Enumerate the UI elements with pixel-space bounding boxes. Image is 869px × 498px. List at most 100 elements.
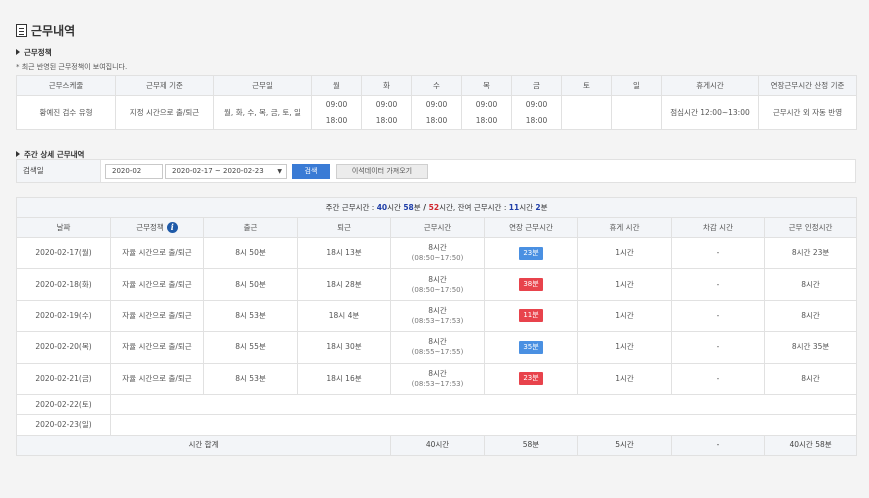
table-row: 2020-02-18(화) 자율 시간으로 출/퇴근 8시 50분 18시 28… <box>16 268 858 301</box>
weekly-header-row: 날짜 근무정책 i 출근 퇴근 근무시간 연장 근무시간 휴게 시간 차감 시간 … <box>16 217 858 238</box>
tue-cell: 09:00 18:00 <box>361 95 412 130</box>
empty-cell <box>109 393 858 416</box>
search-button[interactable]: 검색 <box>292 164 330 179</box>
deduct-cell: - <box>671 268 765 301</box>
weekly-table: 주간 근무시간 : 40시간 58분 / 52시간, 잔여 근무시간 : 11시… <box>15 197 858 456</box>
policy-cell: 자율 시간으로 출/퇴근 <box>110 331 204 364</box>
approved-cell: 8시간 23분 <box>763 236 858 270</box>
total-label: 시간 합계 <box>16 434 391 456</box>
table-row: 2020-02-17(월) 자율 시간으로 출/퇴근 8시 50분 18시 13… <box>16 236 858 270</box>
month-input[interactable]: 2020-02 <box>105 164 163 179</box>
policy-cell: 자율 시간으로 출/퇴근 <box>110 299 204 333</box>
break-cell: 1시간 <box>577 331 672 364</box>
col-header: 근무일 <box>213 75 312 96</box>
schedule-cell: 황예진 검수 유형 <box>16 95 116 130</box>
overtime-badge: 23분 <box>519 372 543 386</box>
sat-cell <box>561 95 612 130</box>
col-header: 날짜 <box>16 217 111 238</box>
col-header: 근무정책 i <box>110 217 204 238</box>
work-time-cell: 8시간 (08:50~17:50) <box>390 236 485 270</box>
work-time-cell: 8시간 (08:53~17:53) <box>390 362 485 395</box>
search-label: 검색일 <box>17 160 101 182</box>
triangle-right-icon <box>16 49 20 55</box>
document-icon <box>16 23 27 37</box>
caret-down-icon: ▼ <box>277 168 282 175</box>
clock-out-cell: 18시 28분 <box>297 268 391 301</box>
policy-cell: 자율 시간으로 출/퇴근 <box>110 268 204 301</box>
approved-cell: 8시간 35분 <box>763 331 858 364</box>
overtime-cell: 35분 <box>484 331 578 364</box>
search-box: 검색일 2020-02 2020-02-17 ~ 2020-02-23 ▼ 검색… <box>16 159 856 183</box>
col-header: 연장 근무시간 <box>484 217 578 238</box>
col-header: 월 <box>311 75 362 96</box>
overtime-badge: 35분 <box>519 340 543 354</box>
clock-in-cell: 8시 53분 <box>203 362 298 395</box>
col-header: 화 <box>361 75 412 96</box>
empty-cell <box>109 414 858 436</box>
col-header: 차감 시간 <box>671 217 765 238</box>
weekly-summary: 주간 근무시간 : 40시간 58분 / 52시간, 잔여 근무시간 : 11시… <box>15 197 858 218</box>
break-cell: 1시간 <box>577 299 672 333</box>
col-header: 목 <box>461 75 512 96</box>
total-work: 40시간 <box>390 434 485 456</box>
deduct-cell: - <box>671 362 765 395</box>
date-cell: 2020-02-20(목) <box>16 331 111 364</box>
approved-cell: 8시간 <box>763 362 858 395</box>
policy-row: 황예진 검수 유형 지정 시간으로 출/퇴근 월, 화, 수, 목, 금, 토,… <box>16 95 857 130</box>
date-cell: 2020-02-21(금) <box>16 362 111 395</box>
fri-cell: 09:00 18:00 <box>511 95 562 130</box>
clock-in-cell: 8시 55분 <box>203 331 298 364</box>
col-header: 금 <box>511 75 562 96</box>
col-header: 퇴근 <box>297 217 391 238</box>
clock-in-cell: 8시 53분 <box>203 299 298 333</box>
approved-cell: 8시간 <box>763 268 858 301</box>
overtime-cell: 38분 <box>484 268 578 301</box>
col-header: 근무제 기준 <box>115 75 214 96</box>
work-time-cell: 8시간 (08:55~17:55) <box>390 331 485 364</box>
date-cell: 2020-02-22(토) <box>16 393 111 416</box>
thu-cell: 09:00 18:00 <box>461 95 512 130</box>
overtime-cell: 11분 <box>484 299 578 333</box>
weekly-summary-row: 주간 근무시간 : 40시간 58분 / 52시간, 잔여 근무시간 : 11시… <box>15 197 858 218</box>
import-data-button[interactable]: 이석데이터 가져오기 <box>336 164 428 179</box>
clock-out-cell: 18시 4분 <box>297 299 391 333</box>
clock-out-cell: 18시 13분 <box>297 236 391 270</box>
date-range-select[interactable]: 2020-02-17 ~ 2020-02-23 ▼ <box>165 164 287 179</box>
date-cell: 2020-02-18(화) <box>16 268 111 301</box>
policy-header-row: 근무스케줄 근무제 기준 근무일 월 화 수 목 금 토 일 휴게시간 연장근무… <box>16 75 857 96</box>
col-header: 휴게 시간 <box>577 217 672 238</box>
workdays-cell: 월, 화, 수, 목, 금, 토, 일 <box>213 95 312 130</box>
overtime-badge: 11분 <box>519 309 543 323</box>
page-title: 근무내역 <box>16 22 75 38</box>
overtime-cell: 23분 <box>484 236 578 270</box>
col-header: 토 <box>561 75 612 96</box>
break-cell: 1시간 <box>577 268 672 301</box>
col-header: 휴게시간 <box>661 75 759 96</box>
clock-in-cell: 8시 50분 <box>203 268 298 301</box>
table-row: 2020-02-20(목) 자율 시간으로 출/퇴근 8시 55분 18시 30… <box>16 331 858 364</box>
basis-cell: 지정 시간으로 출/퇴근 <box>115 95 214 130</box>
table-row: 2020-02-21(금) 자율 시간으로 출/퇴근 8시 53분 18시 16… <box>16 362 858 395</box>
approved-cell: 8시간 <box>763 299 858 333</box>
work-time-cell: 8시간 (08:53~17:53) <box>390 299 485 333</box>
total-deduct: - <box>671 434 765 456</box>
deduct-cell: - <box>671 299 765 333</box>
wed-cell: 09:00 18:00 <box>411 95 462 130</box>
page-title-text: 근무내역 <box>31 23 76 38</box>
break-cell: 1시간 <box>577 236 672 270</box>
total-row: 시간 합계 40시간 58분 5시간 - 40시간 58분 <box>16 434 858 456</box>
triangle-right-icon <box>16 151 20 157</box>
col-header: 근무시간 <box>390 217 485 238</box>
table-row-empty: 2020-02-22(토) <box>16 393 858 416</box>
info-icon[interactable]: i <box>166 222 178 234</box>
date-cell: 2020-02-19(수) <box>16 299 111 333</box>
overtime-badge: 23분 <box>519 246 543 260</box>
policy-note: * 최근 반영된 근무정책이 보여집니다. <box>16 63 128 71</box>
policy-cell: 자율 시간으로 출/퇴근 <box>110 236 204 270</box>
date-cell: 2020-02-23(일) <box>16 414 111 436</box>
break-cell: 1시간 <box>577 362 672 395</box>
work-time-cell: 8시간 (08:50~17:50) <box>390 268 485 301</box>
date-cell: 2020-02-17(월) <box>16 236 111 270</box>
clock-in-cell: 8시 50분 <box>203 236 298 270</box>
break-cell: 점심시간 12:00~13:00 <box>661 95 759 130</box>
